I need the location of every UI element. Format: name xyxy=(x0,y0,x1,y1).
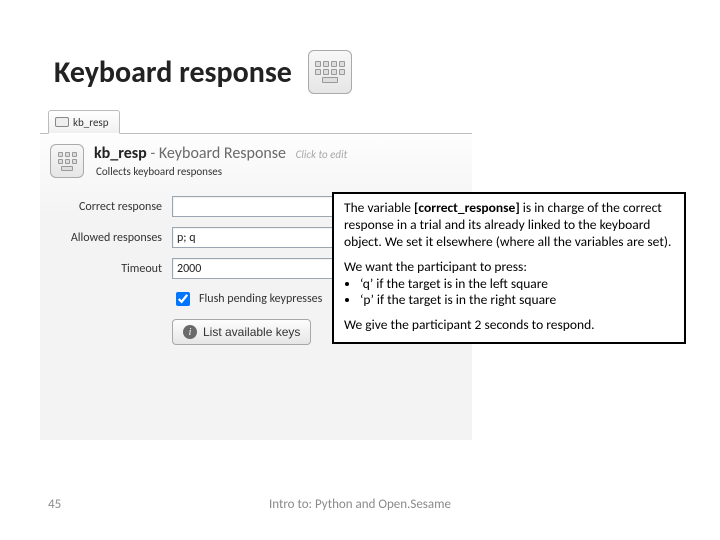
keyboard-icon xyxy=(55,117,69,127)
label-flush: Flush pending keypresses xyxy=(199,292,322,306)
list-item: ‘q’ if the target is in the left square xyxy=(360,276,674,293)
allowed-responses-input[interactable] xyxy=(172,227,352,248)
tab-strip: kb_resp xyxy=(40,108,472,134)
edit-hint: Click to edit xyxy=(296,148,348,161)
dash: - xyxy=(150,144,159,163)
keyboard-icon xyxy=(50,144,84,178)
commentary-box: The variable [correct_response] is in ch… xyxy=(332,192,686,344)
variable-name: [correct_response] xyxy=(414,199,520,216)
tab-kbresp[interactable]: kb_resp xyxy=(48,110,120,134)
list-keys-button[interactable]: i List available keys xyxy=(172,319,311,345)
commentary-list: ‘q’ if the target is in the left square … xyxy=(344,276,674,310)
commentary-p1: The variable [correct_response] is in ch… xyxy=(344,200,674,251)
label-allowed-responses: Allowed responses xyxy=(50,231,172,245)
timeout-input[interactable] xyxy=(172,258,352,279)
list-item: ‘p’ if the target is in the right square xyxy=(360,292,674,309)
item-header: kb_resp - Keyboard Response Click to edi… xyxy=(50,144,462,178)
item-description: Collects keyboard responses xyxy=(96,165,347,178)
slide-title-row: Keyboard response xyxy=(54,50,352,94)
footer-text: Intro to: Python and Open.Sesame xyxy=(0,497,720,512)
label-correct-response: Correct response xyxy=(50,200,172,214)
slide-title: Keyboard response xyxy=(54,54,292,91)
commentary-p2: We want the participant to press: xyxy=(344,259,674,276)
commentary-p3: We give the participant 2 seconds to res… xyxy=(344,317,674,334)
item-name[interactable]: kb_resp xyxy=(94,144,147,163)
correct-response-input[interactable] xyxy=(172,196,352,217)
info-icon: i xyxy=(183,325,197,339)
list-keys-label: List available keys xyxy=(203,325,300,339)
flush-checkbox[interactable] xyxy=(176,292,190,306)
keyboard-icon xyxy=(308,50,352,94)
item-type: Keyboard Response xyxy=(159,144,286,163)
label-timeout: Timeout xyxy=(50,262,172,276)
tab-label: kb_resp xyxy=(73,116,109,129)
